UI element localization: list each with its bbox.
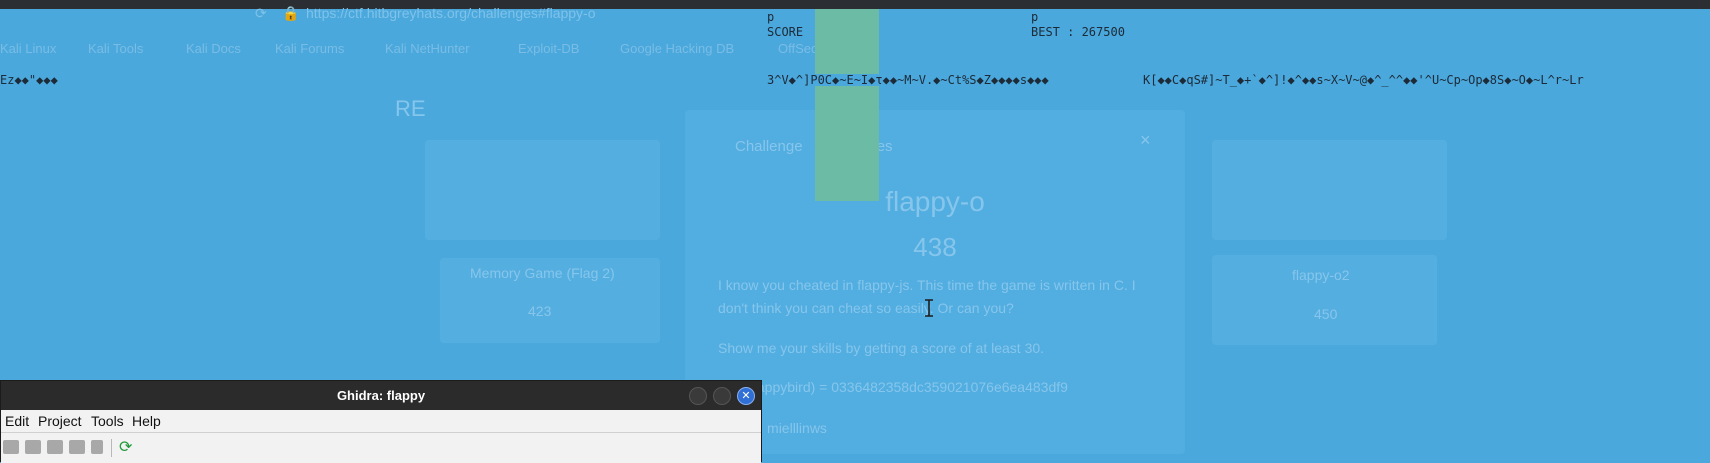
- challenge-card-top-right[interactable]: [1212, 140, 1447, 240]
- card-name: Memory Game (Flag 2): [470, 265, 615, 281]
- bookmark-exploit-db[interactable]: Exploit-DB: [518, 41, 579, 56]
- menu-edit[interactable]: Edit: [5, 413, 29, 429]
- bookmark-google-hacking[interactable]: Google Hacking DB: [620, 41, 734, 56]
- new-project-icon[interactable]: [3, 440, 19, 454]
- challenge-hash: md5(flappybird) = 0336482358dc359021076e…: [718, 379, 1068, 395]
- save-project-icon[interactable]: [47, 440, 63, 454]
- menu-project[interactable]: Project: [38, 413, 82, 429]
- challenge-card-top-left[interactable]: [425, 140, 660, 240]
- garbage-text-right: K[◆◆C◆qS#]~T_◆+`◆^]!◆^◆◆s~X~V~@◆^_^^◆◆'^…: [1143, 73, 1584, 87]
- link-icon[interactable]: [91, 440, 103, 454]
- tab-challenge[interactable]: Challenge: [735, 138, 803, 155]
- window-title: Ghidra: flappy: [336, 388, 426, 403]
- close-icon[interactable]: ×: [1140, 130, 1151, 151]
- challenge-card-memory-game[interactable]: Memory Game (Flag 2) 423: [440, 258, 660, 343]
- bookmark-offsec[interactable]: OffSec: [778, 41, 818, 56]
- challenge-name: flappy-o: [885, 186, 985, 217]
- bookmark-kali-forums[interactable]: Kali Forums: [275, 41, 344, 56]
- bookmark-kali-docs[interactable]: Kali Docs: [186, 41, 241, 56]
- toolbar-separator: [111, 439, 112, 457]
- challenge-goal: Show me your skills by getting a score o…: [718, 340, 1045, 356]
- menu-bar: Edit Project Tools Help: [1, 410, 761, 432]
- close-project-icon[interactable]: [69, 440, 85, 454]
- url-bar[interactable]: https://ctf.hitbgreyhats.org/challenges#…: [306, 5, 596, 21]
- best-marker: p: [1031, 10, 1039, 24]
- bookmark-kali-nethunter[interactable]: Kali NetHunter: [385, 41, 470, 56]
- garbage-text-left: Ez◆◆"◆◆◆: [0, 73, 58, 87]
- best-score: BEST : 267500: [1031, 25, 1125, 39]
- score-label: SCORE: [767, 25, 804, 39]
- challenge-points: 438: [913, 232, 957, 262]
- reload-icon: ⟳: [255, 5, 267, 21]
- bookmark-kali-tools[interactable]: Kali Tools: [88, 41, 143, 56]
- menu-help[interactable]: Help: [132, 413, 161, 429]
- pipe-bottom: [815, 86, 879, 201]
- text-cursor-icon: [925, 299, 933, 317]
- toolbar: ⟳: [1, 432, 761, 463]
- card-points: 450: [1314, 306, 1338, 322]
- maximize-button[interactable]: [713, 387, 731, 405]
- ghidra-title-bar[interactable]: Ghidra: flappy ✕: [1, 381, 761, 410]
- score-marker: p: [767, 10, 775, 24]
- challenge-description: I know you cheated in flappy-js. This ti…: [718, 277, 1136, 316]
- close-button[interactable]: ✕: [737, 387, 755, 405]
- ghidra-window: Ghidra: flappy ✕ Edit Project Tools Help…: [0, 380, 762, 463]
- card-name: flappy-o2: [1292, 267, 1350, 283]
- pipe-top: [815, 9, 879, 74]
- lock-icon: 🔒: [282, 5, 300, 21]
- menu-tools[interactable]: Tools: [91, 413, 124, 429]
- card-points: 423: [528, 303, 552, 319]
- open-project-icon[interactable]: [25, 440, 41, 454]
- minimize-button[interactable]: [689, 387, 707, 405]
- garbage-text-middle: 3^V◆^]P0C◆~E~I◆τ◆◆~M~V.◆~Ct%S◆Z◆◆◆◆s◆◆◆: [767, 73, 1049, 87]
- category-title: RE: [395, 96, 426, 121]
- bookmark-kali-linux[interactable]: Kali Linux: [0, 41, 56, 56]
- challenge-card-flappy-o2[interactable]: flappy-o2 450: [1212, 255, 1437, 345]
- refresh-icon[interactable]: ⟳: [119, 437, 135, 456]
